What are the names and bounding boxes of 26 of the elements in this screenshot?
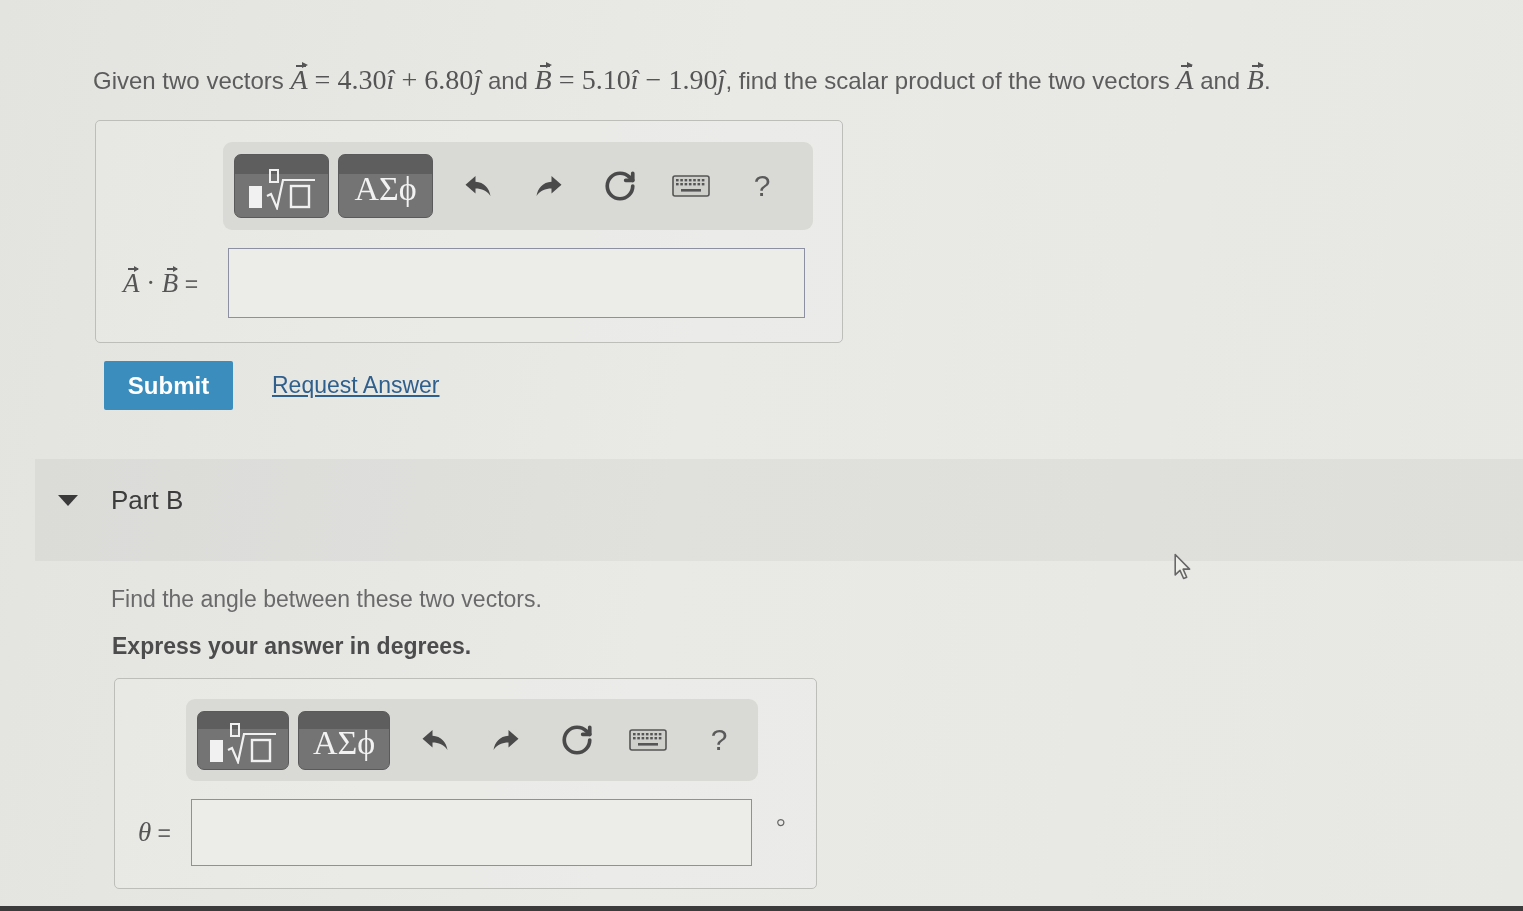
instruction-text: Express your answer in degrees. bbox=[112, 634, 472, 658]
question-text: Given two vectors A = 4.30î + 6.80ĵ and B = 5.10î − 1.90ĵ, find the scalar product of the two vectors A and B. bbox=[93, 63, 1271, 97]
answer-label: A · B = bbox=[123, 267, 199, 299]
templates-button[interactable] bbox=[234, 154, 329, 218]
symbols-button[interactable]: ΑΣϕ bbox=[298, 710, 390, 770]
collapse-triangle-icon[interactable] bbox=[58, 494, 78, 506]
submit-button[interactable]: Submit bbox=[104, 361, 233, 410]
request-answer-link[interactable]: Request Answer bbox=[272, 372, 440, 399]
help-button[interactable]: ? bbox=[693, 717, 745, 763]
answer-field[interactable] bbox=[228, 248, 805, 318]
help-button[interactable]: ? bbox=[736, 163, 788, 209]
part-title: Part B bbox=[111, 484, 184, 516]
refresh-icon bbox=[603, 169, 637, 203]
templates-button[interactable] bbox=[197, 710, 289, 770]
part-header[interactable]: Part B bbox=[35, 459, 1523, 561]
keyboard-icon bbox=[672, 175, 710, 197]
question-text: Find the angle between these two vectors. bbox=[111, 587, 542, 611]
root-template-icon bbox=[246, 168, 317, 210]
answer-field[interactable] bbox=[191, 799, 752, 866]
mouse-pointer-icon bbox=[1174, 553, 1192, 580]
refresh-icon bbox=[560, 723, 594, 757]
answer-label: θ = bbox=[138, 817, 172, 848]
keyboard-icon bbox=[629, 729, 667, 751]
root-template-icon bbox=[208, 722, 278, 764]
symbols-button[interactable]: ΑΣϕ bbox=[338, 154, 433, 218]
degree-unit: ° bbox=[776, 814, 787, 841]
